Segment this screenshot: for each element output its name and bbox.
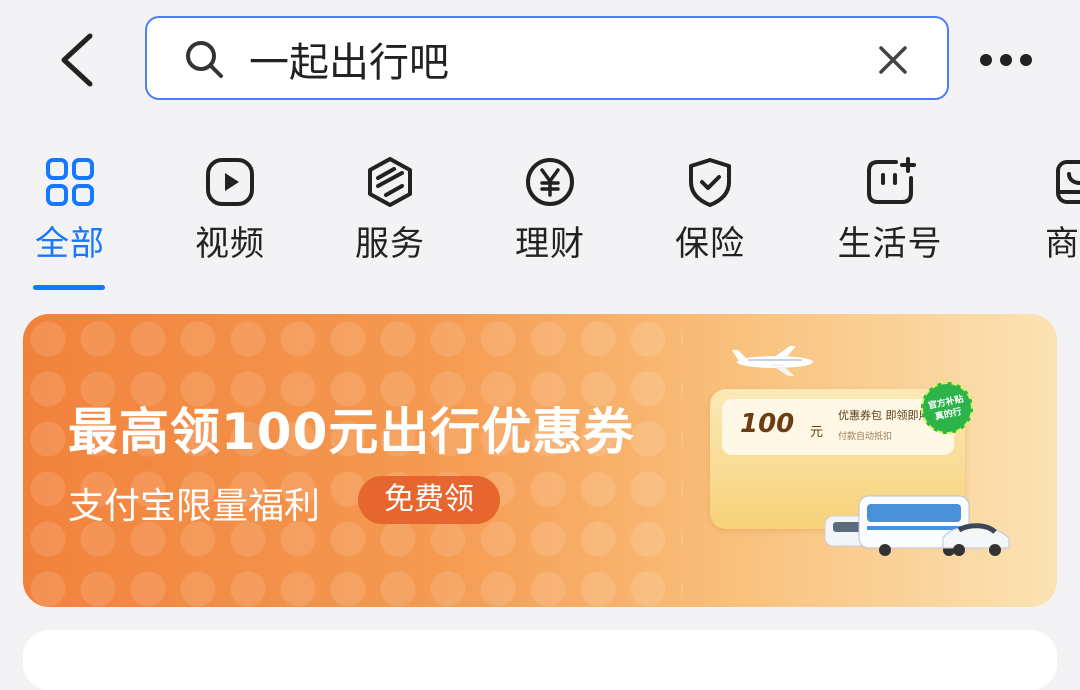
tab-label: 服务 [355,224,425,264]
grid-icon [46,158,94,206]
coupon-title: 优惠券包 即领即用 [838,409,930,422]
coupon-illustration: 100 元 优惠券包 即领即用 付款自动抵扣 官方补贴 真的行 [695,344,1015,594]
tab-label: 全部 [35,224,105,264]
top-bar [0,0,1080,120]
face-sparkle-icon [867,157,916,204]
tab-label: 生活号 [837,224,943,264]
search-box[interactable] [145,16,949,100]
yen-icon [526,158,574,206]
airplane-icon [732,346,813,376]
tab-services[interactable]: 服务 [310,150,470,290]
tab-video[interactable]: 视频 [150,150,310,290]
vehicles-icon [824,495,1010,556]
tab-label: 商品 [1045,224,1080,264]
chevron-left-icon [61,33,93,87]
search-icon [186,41,223,78]
more-button[interactable] [978,40,1034,80]
play-icon [206,158,254,206]
back-button[interactable] [48,24,108,96]
coupon-amount: 100 [740,409,795,439]
coupon-unit: 元 [810,425,824,440]
clear-icon[interactable] [873,40,913,80]
search-input[interactable] [249,32,849,86]
tab-all[interactable]: 全部 [0,150,150,290]
coupon-ticket: 100 元 优惠券包 即领即用 付款自动抵扣 [722,399,954,455]
banner-subtitle: 支付宝限量福利 [68,486,321,527]
more-icon [980,54,1032,66]
tab-label: 理财 [515,224,585,264]
tab-label: 视频 [195,224,265,264]
tab-finance[interactable]: 理财 [470,150,630,290]
active-tab-indicator [33,285,105,290]
shield-icon [689,158,731,207]
tab-life-account[interactable]: 生活号 [810,150,970,290]
category-tabs: 全部 视频 服务 理财 保险 生活号 商 [0,150,1080,300]
results-card [23,630,1057,690]
tab-goods[interactable]: 商品 [1000,150,1080,290]
claim-button[interactable]: 免费领 [358,476,500,524]
coupon-desc: 付款自动抵扣 [838,432,893,442]
banner-headline: 最高领100元出行优惠券 [68,403,635,461]
shop-icon [1056,160,1080,204]
tab-label: 保险 [675,224,745,264]
tab-insurance[interactable]: 保险 [630,150,790,290]
promo-banner[interactable]: 最高领100元出行优惠券 支付宝限量福利 免费领 100 元 优惠券包 即领即用… [23,314,1057,607]
services-icon [368,157,412,207]
